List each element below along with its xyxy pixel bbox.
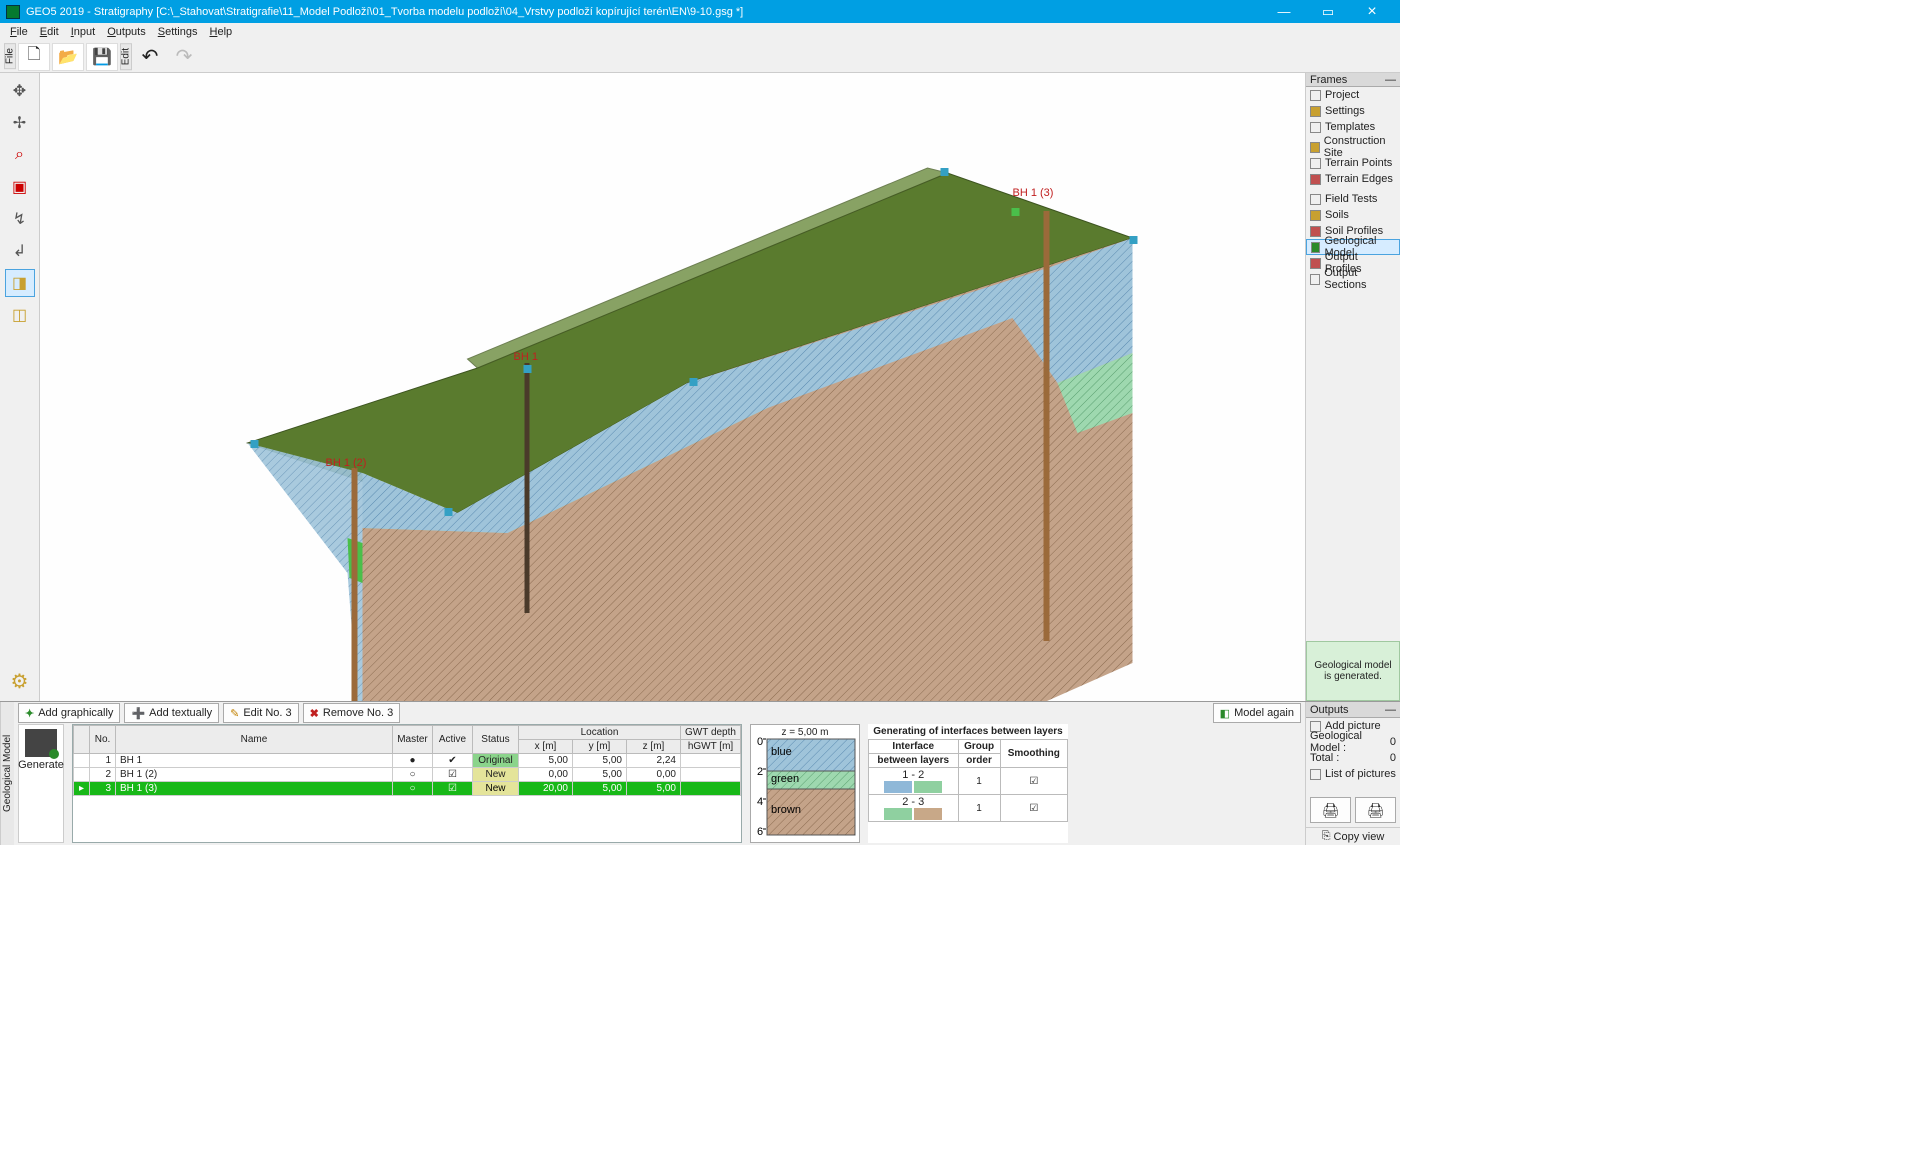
project-icon bbox=[1310, 90, 1321, 101]
redo-button[interactable]: ↷ bbox=[168, 43, 200, 71]
soil-column: z = 5,00 m 0246 blue green brown bbox=[750, 724, 860, 843]
svg-text:4: 4 bbox=[757, 796, 763, 808]
menu-file[interactable]: File bbox=[4, 26, 34, 38]
site-icon bbox=[1310, 142, 1320, 153]
svg-text:2: 2 bbox=[757, 766, 763, 778]
frames-collapse-icon[interactable]: — bbox=[1385, 74, 1396, 86]
zoom-extents-icon[interactable]: ▣ bbox=[5, 173, 35, 201]
outputs-collapse-icon[interactable]: — bbox=[1385, 704, 1396, 716]
gear-icon bbox=[1310, 106, 1321, 117]
undo-button[interactable]: ↶ bbox=[134, 43, 166, 71]
frame-output-sections[interactable]: Output Sections bbox=[1306, 271, 1400, 287]
main-toolbar: File 🗋 📂 💾 Edit ↶ ↷ bbox=[0, 41, 1400, 73]
label-bh1: BH 1 bbox=[514, 351, 538, 363]
generate-icon bbox=[25, 729, 57, 757]
minimize-button[interactable]: — bbox=[1262, 0, 1306, 23]
menu-outputs[interactable]: Outputs bbox=[101, 26, 152, 38]
label-bh12: BH 1 (2) bbox=[326, 457, 367, 469]
interface-row[interactable]: 1 - 2 1☑ bbox=[869, 768, 1068, 795]
table-row[interactable]: 2BH 1 (2)○☑New0,005,000,00 bbox=[74, 768, 741, 782]
generate-button[interactable]: Generate bbox=[18, 724, 64, 843]
label-bh13: BH 1 (3) bbox=[1013, 187, 1054, 199]
svg-text:brown: brown bbox=[771, 804, 801, 816]
copy-view-button[interactable]: ⎘Copy view bbox=[1306, 827, 1400, 845]
axes-icon[interactable]: ↯ bbox=[5, 205, 35, 233]
remove-button[interactable]: ✖Remove No. 3 bbox=[303, 703, 401, 723]
view3d-solid-icon[interactable]: ◨ bbox=[5, 269, 35, 297]
total-count-row: Total :0 bbox=[1306, 750, 1400, 766]
outputs-panel: Outputs— Add picture Geological Model :0… bbox=[1305, 702, 1400, 845]
list-icon bbox=[1310, 769, 1321, 780]
model-again-button[interactable]: ◧Model again bbox=[1213, 703, 1301, 723]
frame-settings[interactable]: Settings bbox=[1306, 103, 1400, 119]
maximize-button[interactable]: ▭ bbox=[1306, 0, 1350, 23]
svg-text:6: 6 bbox=[757, 826, 763, 838]
print-button-1[interactable]: 🖨 bbox=[1310, 797, 1351, 823]
zoom-window-icon[interactable]: ⌕ bbox=[5, 141, 35, 169]
frame-field-tests[interactable]: Field Tests bbox=[1306, 191, 1400, 207]
table-row[interactable]: 1BH 1●✔Original5,005,002,24 bbox=[74, 754, 741, 768]
model-icon bbox=[1311, 242, 1320, 253]
viewport-3d[interactable]: BH 1 BH 1 (2) BH 1 (3) bbox=[40, 73, 1305, 701]
open-file-button[interactable]: 📂 bbox=[52, 43, 84, 71]
frame-project[interactable]: Project bbox=[1306, 87, 1400, 103]
remove-icon: ✖ bbox=[310, 707, 319, 720]
soils-icon bbox=[1310, 210, 1321, 221]
table-row-selected[interactable]: ▸3BH 1 (3)○☑New20,005,005,00 bbox=[74, 782, 741, 796]
bottom-tab-label[interactable]: Geological Model bbox=[0, 702, 14, 845]
rotate-icon[interactable]: ✢ bbox=[5, 109, 35, 137]
view3d-wire-icon[interactable]: ◫ bbox=[5, 301, 35, 329]
boreholes-table[interactable]: No. Name Master Active Status Location G… bbox=[72, 724, 742, 843]
frame-construction-site[interactable]: Construction Site bbox=[1306, 139, 1400, 155]
menu-settings[interactable]: Settings bbox=[152, 26, 204, 38]
new-file-button[interactable]: 🗋 bbox=[18, 43, 50, 71]
app-icon bbox=[6, 5, 20, 19]
pan-icon[interactable]: ✥ bbox=[5, 77, 35, 105]
print-button-2[interactable]: 🖨 bbox=[1355, 797, 1396, 823]
interface-row[interactable]: 2 - 3 1☑ bbox=[869, 795, 1068, 822]
templates-icon bbox=[1310, 122, 1321, 133]
axes2-icon[interactable]: ↲ bbox=[5, 237, 35, 265]
frames-title: Frames bbox=[1310, 74, 1347, 86]
frame-templates[interactable]: Templates bbox=[1306, 119, 1400, 135]
out-sect-icon bbox=[1310, 274, 1320, 285]
add-graphically-button[interactable]: ✦Add graphically bbox=[18, 703, 120, 723]
plus-icon: ➕ bbox=[131, 707, 145, 720]
profiles-icon bbox=[1310, 226, 1321, 237]
menu-help[interactable]: Help bbox=[204, 26, 239, 38]
frame-terrain-edges[interactable]: Terrain Edges bbox=[1306, 171, 1400, 187]
plus-icon: ✦ bbox=[25, 707, 34, 720]
svg-text:green: green bbox=[771, 773, 799, 785]
tests-icon bbox=[1310, 194, 1321, 205]
outputs-title: Outputs bbox=[1310, 704, 1349, 716]
frame-soils[interactable]: Soils bbox=[1306, 207, 1400, 223]
edges-icon bbox=[1310, 174, 1321, 185]
model-status: Geological model is generated. bbox=[1306, 641, 1400, 701]
edit-tab[interactable]: Edit bbox=[120, 43, 132, 70]
edit-button[interactable]: ✎Edit No. 3 bbox=[223, 703, 299, 723]
copy-icon: ⎘ bbox=[1322, 830, 1331, 843]
view-toolbar: ✥ ✢ ⌕ ▣ ↯ ↲ ◨ ◫ ⚙ bbox=[0, 73, 40, 701]
gm-count-row: Geological Model :0 bbox=[1306, 734, 1400, 750]
interfaces-panel: Generating of interfaces between layers … bbox=[868, 724, 1068, 843]
points-icon bbox=[1310, 158, 1321, 169]
settings-gear-icon[interactable]: ⚙ bbox=[5, 667, 35, 695]
list-pictures-button[interactable]: List of pictures bbox=[1306, 766, 1400, 782]
save-file-button[interactable]: 💾 bbox=[86, 43, 118, 71]
cube-icon: ◧ bbox=[1220, 707, 1230, 720]
pencil-icon: ✎ bbox=[230, 707, 239, 720]
window-title: GEO5 2019 - Stratigraphy [C:\_Stahovat\S… bbox=[26, 6, 743, 18]
menu-input[interactable]: Input bbox=[65, 26, 101, 38]
menu-bar: File Edit Input Outputs Settings Help bbox=[0, 23, 1400, 41]
title-bar: GEO5 2019 - Stratigraphy [C:\_Stahovat\S… bbox=[0, 0, 1400, 23]
frames-panel: Frames — Project Settings Templates Const… bbox=[1305, 73, 1400, 701]
add-textually-button[interactable]: ➕Add textually bbox=[124, 703, 219, 723]
file-tab[interactable]: File bbox=[4, 43, 16, 69]
menu-edit[interactable]: Edit bbox=[34, 26, 65, 38]
close-button[interactable]: × bbox=[1350, 0, 1394, 23]
svg-text:blue: blue bbox=[771, 746, 792, 758]
out-prof-icon bbox=[1310, 258, 1321, 269]
frame-terrain-points[interactable]: Terrain Points bbox=[1306, 155, 1400, 171]
